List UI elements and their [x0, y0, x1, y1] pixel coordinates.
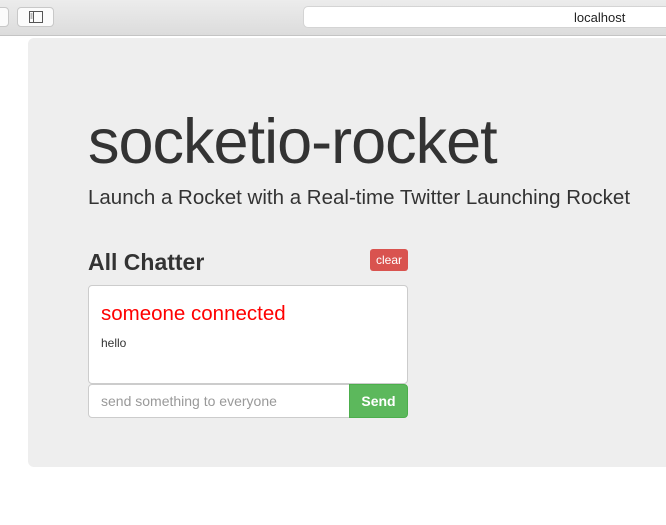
- sidebar-icon: [29, 11, 43, 23]
- browser-toolbar: localhost: [0, 0, 666, 36]
- chat-log[interactable]: someone connected hello: [88, 285, 408, 384]
- chat-status-message: someone connected: [101, 302, 286, 325]
- page-subtitle: Launch a Rocket with a Real-time Twitter…: [88, 186, 631, 209]
- chat-message: hello: [101, 336, 127, 350]
- sidebar-toggle-button[interactable]: [17, 7, 54, 27]
- page-title: socketio-rocket: [88, 107, 498, 177]
- forward-button[interactable]: [0, 7, 9, 27]
- message-input[interactable]: [88, 384, 350, 418]
- send-button[interactable]: Send: [349, 384, 408, 418]
- jumbotron: socketio-rocket Launch a Rocket with a R…: [28, 38, 666, 467]
- address-bar[interactable]: localhost: [303, 6, 666, 28]
- clear-button[interactable]: clear: [370, 249, 408, 271]
- address-text: localhost: [574, 10, 626, 25]
- chatter-heading: All Chatter: [88, 249, 205, 275]
